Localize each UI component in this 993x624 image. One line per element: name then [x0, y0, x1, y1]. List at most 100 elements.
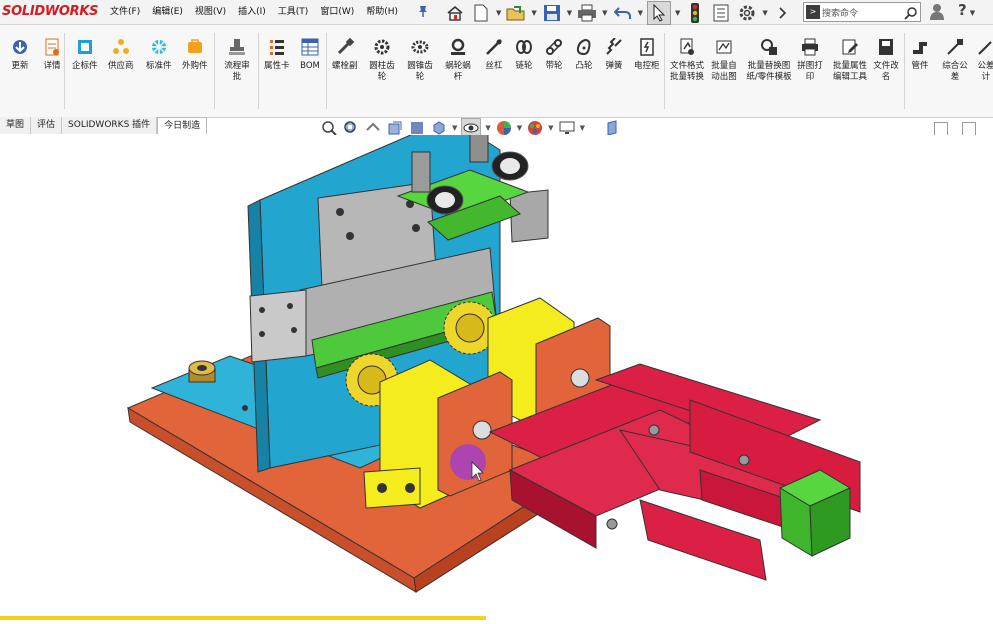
menu-view[interactable]: 视图(V)	[189, 5, 232, 19]
pipes-button[interactable]: 管件	[910, 37, 930, 72]
chevron-down-icon[interactable]: ▼	[567, 9, 572, 17]
properties-button[interactable]: 属性卡	[264, 37, 290, 72]
rename-button[interactable]: 文件改名	[872, 37, 900, 83]
tool-label: 文件格式批量转换	[670, 61, 705, 82]
chevron-down-icon[interactable]: ▼	[496, 9, 501, 17]
batch-props-button[interactable]: 批量属性编辑工具	[832, 37, 868, 83]
chevron-down-icon[interactable]: ▼	[517, 124, 522, 132]
print-tile-button[interactable]: 拼图打印	[796, 37, 824, 83]
traffic-light-icon[interactable]	[684, 2, 706, 24]
undo-icon[interactable]	[612, 2, 634, 24]
lead-screw-button[interactable]: 丝杠	[484, 37, 504, 72]
gear-icon[interactable]	[736, 2, 758, 24]
chevron-down-icon[interactable]: ▼	[548, 124, 553, 132]
tool-label: 批量属性编辑工具	[832, 61, 867, 82]
replace-template-icon	[759, 37, 779, 57]
file-properties-icon[interactable]	[710, 2, 732, 24]
brass-insert-hole	[197, 365, 207, 371]
open-folder-icon[interactable]	[505, 2, 527, 24]
chain-icon	[514, 37, 534, 57]
cam-button[interactable]: 凸轮	[574, 37, 594, 72]
update-button[interactable]: 更新	[10, 37, 30, 72]
details-icon	[42, 37, 62, 57]
expand-toolbar-icon[interactable]	[772, 2, 794, 24]
cam-icon	[574, 37, 594, 57]
tool-label: 圆柱齿轮	[369, 61, 395, 82]
chevron-down-icon[interactable]: ▼	[452, 124, 457, 132]
control-box-button[interactable]: 电控柜	[634, 37, 660, 72]
menu-window[interactable]: 窗口(W)	[314, 5, 360, 19]
tool-label: 蜗轮蜗杆	[445, 61, 471, 82]
enterprise-parts-button[interactable]: 企标件	[72, 37, 98, 72]
worm-gear-button[interactable]: 蜗轮蜗杆	[444, 37, 472, 83]
new-document-icon[interactable]	[470, 2, 492, 24]
tab-solidworks-addins[interactable]: SOLIDWORKS 插件	[62, 117, 158, 134]
chevron-down-icon[interactable]: ▼	[485, 124, 490, 132]
tool-label: 弹簧	[605, 61, 623, 71]
misc-button[interactable]: 公差计	[976, 37, 993, 83]
air-fitting	[411, 151, 431, 193]
chevron-down-icon[interactable]: ▼	[638, 9, 643, 17]
bracket-hole	[336, 208, 344, 216]
user-icon[interactable]	[928, 2, 946, 20]
tool-label: 公差计	[977, 61, 993, 82]
tool-label: 螺栓副	[332, 61, 358, 71]
auto-drawing-button[interactable]: 批量自动出图	[708, 37, 740, 83]
chevron-down-icon[interactable]: ▼	[531, 9, 536, 17]
chevron-down-icon[interactable]: ▼	[580, 124, 585, 132]
menu-tools[interactable]: 工具(T)	[272, 5, 315, 19]
logo-prefix: S	[2, 4, 12, 19]
pin-icon[interactable]	[416, 4, 430, 18]
bom-table-icon	[300, 37, 320, 57]
restore-window-icon[interactable]	[934, 122, 948, 136]
quick-access-toolbar: ▼ ▼ ▼ ▼ ▼ ▼ ▼	[444, 1, 798, 25]
home-icon[interactable]	[444, 2, 466, 24]
batch-format-button[interactable]: 文件格式批量转换	[670, 37, 704, 83]
tab-today-manufacturing[interactable]: 今日制造	[157, 117, 208, 134]
tool-label: 供应商	[108, 61, 134, 71]
bom-button[interactable]: BOM	[300, 37, 320, 72]
toolbar-separator	[326, 33, 327, 109]
search-input[interactable]: 搜索命令	[822, 6, 904, 19]
process-approval-button[interactable]: 流程审批	[222, 37, 252, 83]
belt-wheel-button[interactable]: 带轮	[544, 37, 564, 72]
batch-replace-button[interactable]: 批量替换图纸/零件模板	[746, 37, 792, 83]
assembly-model[interactable]	[0, 117, 993, 620]
chevron-down-icon[interactable]: ▼	[675, 9, 680, 17]
chevron-down-icon[interactable]: ▼	[602, 9, 607, 17]
purchased-parts-button[interactable]: 外购件	[182, 37, 208, 72]
sprocket-button[interactable]: 链轮	[514, 37, 534, 72]
menu-insert[interactable]: 插入(I)	[232, 5, 272, 19]
save-icon[interactable]	[541, 2, 563, 24]
search-icon[interactable]	[904, 5, 918, 20]
standard-parts-button[interactable]: 标准件	[146, 37, 172, 72]
tool-label: 综合公差	[942, 61, 968, 82]
gripper-bolt	[738, 454, 750, 466]
search-box[interactable]: > 搜索命令	[803, 2, 921, 22]
chevron-down-icon[interactable]: ▼	[762, 9, 767, 17]
tolerance-button[interactable]: 综合公差	[940, 37, 970, 83]
tab-sketch[interactable]: 草图	[0, 117, 32, 134]
select-arrow-icon[interactable]	[646, 1, 671, 25]
solidworks-logo[interactable]: SOLIDWORKS	[0, 3, 98, 21]
details-button[interactable]: 详情	[42, 37, 62, 72]
screw-pair-button[interactable]: 螺栓副	[332, 37, 358, 72]
cursor-highlight	[450, 444, 486, 480]
menu-file[interactable]: 文件(F)	[104, 5, 146, 19]
bevel-gear-button[interactable]: 圆锥齿轮	[406, 37, 434, 83]
properties-card-icon	[267, 37, 287, 57]
menu-help[interactable]: 帮助(H)	[360, 5, 404, 19]
graphics-area[interactable]	[0, 117, 993, 620]
spur-gear-button[interactable]: 圆柱齿轮	[368, 37, 396, 83]
menu-edit[interactable]: 编辑(E)	[146, 5, 189, 19]
tile-window-icon[interactable]	[962, 122, 976, 136]
print-icon[interactable]	[576, 2, 598, 24]
suppliers-button[interactable]: 供应商	[108, 37, 134, 72]
tab-evaluate[interactable]: 评估	[31, 117, 63, 134]
help-icon[interactable]: ? ▼	[958, 1, 975, 19]
command-manager: 更新 详情 企标件 供应商 标准件 外购件 流程审批 属性卡 BOM 螺栓副 圆…	[0, 25, 993, 118]
spring-button[interactable]: 弹簧	[604, 37, 624, 72]
foot-hole	[377, 483, 387, 493]
auto-drawing-icon	[714, 37, 734, 57]
worm-gear-icon	[448, 37, 468, 57]
